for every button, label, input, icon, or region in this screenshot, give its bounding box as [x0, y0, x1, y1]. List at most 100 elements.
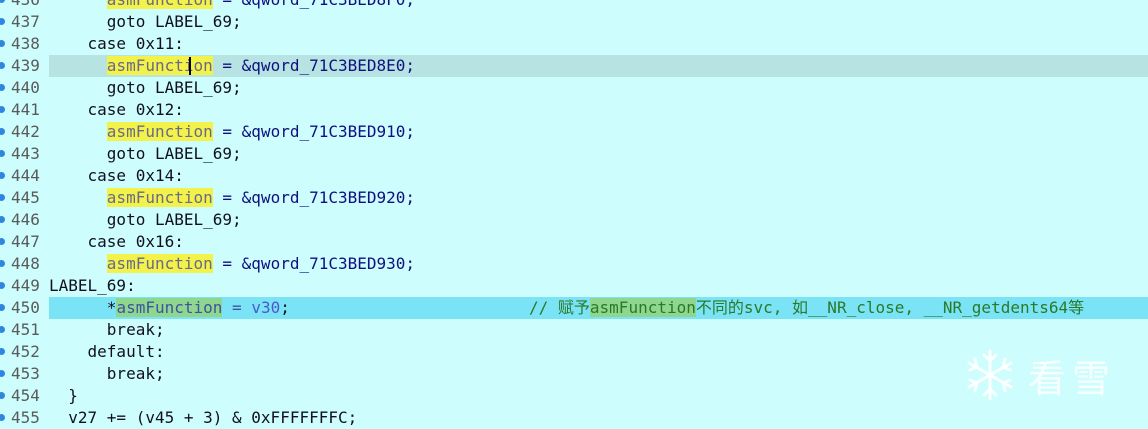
code-text[interactable]: break;: [49, 363, 165, 385]
code-comment: // 赋予asmFunction不同的svc, 如__NR_close, __N…: [529, 297, 1084, 319]
comment-variable: asmFunction: [589, 298, 696, 317]
breakpoint-marker-icon[interactable]: [0, 392, 5, 399]
code-area[interactable]: asmFunction = &qword_71C3BED8E0;: [49, 55, 1148, 77]
breakpoint-marker-icon[interactable]: [0, 62, 5, 69]
line-number: 436: [11, 0, 45, 11]
code-line[interactable]: 454 }: [0, 385, 1148, 407]
breakpoint-marker-icon[interactable]: [0, 40, 5, 47]
variable-asmfunction[interactable]: asmFunction: [106, 254, 213, 273]
code-area[interactable]: goto LABEL_69;: [49, 209, 1148, 231]
code-area[interactable]: case 0x11:: [49, 33, 1148, 55]
code-line[interactable]: 439 asmFunction = &qword_71C3BED8E0;: [0, 55, 1148, 77]
code-text[interactable]: asmFunction = &qword_71C3BED920;: [49, 187, 415, 209]
code-line[interactable]: 437 goto LABEL_69;: [0, 11, 1148, 33]
code-line[interactable]: 448 asmFunction = &qword_71C3BED930;: [0, 253, 1148, 275]
breakpoint-marker-icon[interactable]: [0, 128, 5, 135]
code-text[interactable]: case 0x12:: [49, 99, 184, 121]
variable-asmfunction[interactable]: asmFunction: [106, 0, 213, 9]
breakpoint-marker-icon[interactable]: [0, 172, 5, 179]
code-area[interactable]: case 0x14:: [49, 165, 1148, 187]
breakpoint-marker-icon[interactable]: [0, 260, 5, 267]
code-line[interactable]: 446 goto LABEL_69;: [0, 209, 1148, 231]
code-line[interactable]: 443 goto LABEL_69;: [0, 143, 1148, 165]
code-area[interactable]: asmFunction = &qword_71C3BED920;: [49, 187, 1148, 209]
breakpoint-marker-icon[interactable]: [0, 216, 5, 223]
code-area[interactable]: default:: [49, 341, 1148, 363]
breakpoint-marker-icon[interactable]: [0, 18, 5, 25]
code-text[interactable]: v27 += (v45 + 3) & 0xFFFFFFFC;: [49, 407, 357, 429]
code-line[interactable]: 444 case 0x14:: [0, 165, 1148, 187]
breakpoint-marker-icon[interactable]: [0, 370, 5, 377]
code-line[interactable]: 442 asmFunction = &qword_71C3BED910;: [0, 121, 1148, 143]
code-area[interactable]: case 0x16:: [49, 231, 1148, 253]
breakpoint-marker-icon[interactable]: [0, 282, 5, 289]
code-statement: default:: [87, 342, 165, 361]
code-text[interactable]: case 0x16:: [49, 231, 184, 253]
code-line[interactable]: 455 v27 += (v45 + 3) & 0xFFFFFFFC;: [0, 407, 1148, 429]
variable-v30[interactable]: v30: [251, 298, 280, 317]
breakpoint-marker-icon[interactable]: [0, 0, 5, 3]
code-area[interactable]: asmFunction = &qword_71C3BED8F0;: [49, 0, 1148, 11]
code-area[interactable]: *asmFunction = v30; // 赋予asmFunction不同的sv…: [49, 297, 1148, 319]
code-text[interactable]: *asmFunction = v30;: [49, 297, 290, 319]
code-text[interactable]: default:: [49, 341, 165, 363]
code-text[interactable]: case 0x14:: [49, 165, 184, 187]
variable-asmfunction[interactable]: asmFunction: [106, 122, 213, 141]
code-text[interactable]: goto LABEL_69;: [49, 209, 242, 231]
code-area[interactable]: goto LABEL_69;: [49, 143, 1148, 165]
breakpoint-marker-icon[interactable]: [0, 84, 5, 91]
code-area[interactable]: break;: [49, 319, 1148, 341]
code-text[interactable]: }: [49, 385, 78, 407]
code-area[interactable]: goto LABEL_69;: [49, 11, 1148, 33]
assignment-rhs: = &qword_71C3BED930;: [212, 254, 416, 273]
code-line[interactable]: 447 case 0x16:: [0, 231, 1148, 253]
variable-asmfunction[interactable]: asmFunction: [106, 56, 213, 75]
code-line[interactable]: 441 case 0x12:: [0, 99, 1148, 121]
code-line[interactable]: 452 default:: [0, 341, 1148, 363]
breakpoint-marker-icon[interactable]: [0, 106, 5, 113]
code-area[interactable]: LABEL_69:: [49, 275, 1148, 297]
code-text[interactable]: case 0x11:: [49, 33, 184, 55]
variable-asmfunction[interactable]: asmFunction: [116, 298, 223, 317]
code-line[interactable]: 436 asmFunction = &qword_71C3BED8F0;: [0, 0, 1148, 11]
breakpoint-marker-icon[interactable]: [0, 348, 5, 355]
code-text[interactable]: goto LABEL_69;: [49, 77, 242, 99]
variable-asmfunction[interactable]: asmFunction: [106, 188, 213, 207]
code-area[interactable]: }: [49, 385, 1148, 407]
code-line[interactable]: 449 LABEL_69:: [0, 275, 1148, 297]
code-editor[interactable]: 436 asmFunction = &qword_71C3BED8F0;437 …: [0, 0, 1148, 429]
code-area[interactable]: break;: [49, 363, 1148, 385]
breakpoint-marker-icon[interactable]: [0, 194, 5, 201]
code-text[interactable]: asmFunction = &qword_71C3BED8E0;: [49, 55, 415, 77]
code-area[interactable]: case 0x12:: [49, 99, 1148, 121]
code-text[interactable]: asmFunction = &qword_71C3BED930;: [49, 253, 415, 275]
code-line[interactable]: 450 *asmFunction = v30; // 赋予asmFunction不…: [0, 297, 1148, 319]
code-line[interactable]: 453 break;: [0, 363, 1148, 385]
code-line[interactable]: 445 asmFunction = &qword_71C3BED920;: [0, 187, 1148, 209]
breakpoint-marker-icon[interactable]: [0, 238, 5, 245]
line-number: 450: [11, 298, 40, 317]
code-text[interactable]: asmFunction = &qword_71C3BED910;: [49, 121, 415, 143]
code-text[interactable]: goto LABEL_69;: [49, 143, 242, 165]
breakpoint-marker-icon[interactable]: [0, 150, 5, 157]
code-line[interactable]: 438 case 0x11:: [0, 33, 1148, 55]
code-area[interactable]: asmFunction = &qword_71C3BED910;: [49, 121, 1148, 143]
code-area[interactable]: asmFunction = &qword_71C3BED930;: [49, 253, 1148, 275]
code-text[interactable]: break;: [49, 319, 165, 341]
code-text[interactable]: goto LABEL_69;: [49, 11, 242, 33]
line-number: 439: [11, 56, 40, 75]
breakpoint-marker-icon[interactable]: [0, 414, 5, 421]
assignment-rhs: = &qword_71C3BED920;: [212, 188, 416, 207]
code-area[interactable]: v27 += (v45 + 3) & 0xFFFFFFFC;: [49, 407, 1148, 429]
code-text[interactable]: asmFunction = &qword_71C3BED8F0;: [49, 0, 415, 11]
breakpoint-marker-icon[interactable]: [0, 304, 5, 311]
code-line[interactable]: 440 goto LABEL_69;: [0, 77, 1148, 99]
code-text[interactable]: LABEL_69:: [49, 275, 136, 297]
code-line[interactable]: 451 break;: [0, 319, 1148, 341]
code-area[interactable]: goto LABEL_69;: [49, 77, 1148, 99]
line-number: 442: [11, 122, 40, 141]
breakpoint-marker-icon[interactable]: [0, 326, 5, 333]
